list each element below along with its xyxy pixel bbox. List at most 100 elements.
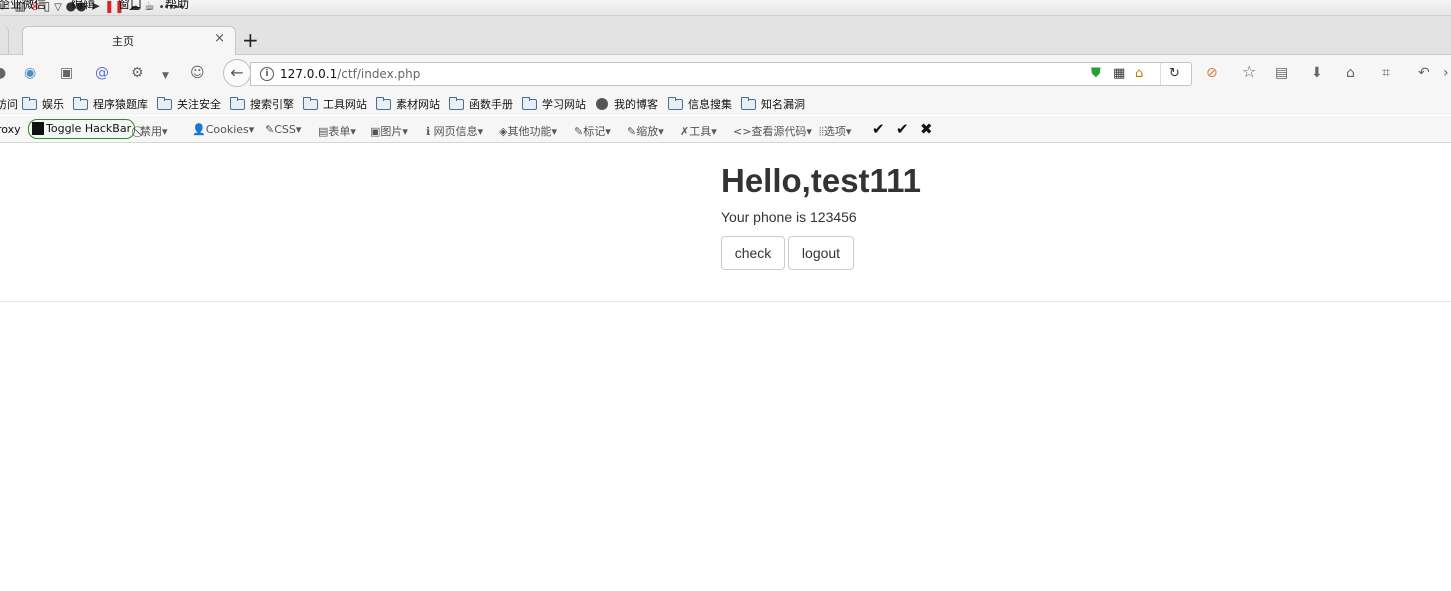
check-button[interactable]: check <box>721 236 785 270</box>
bookmark-folder[interactable]: 关注安全 <box>157 96 221 112</box>
overflow-icon[interactable]: › <box>1443 65 1449 81</box>
logout-button[interactable]: logout <box>788 236 854 270</box>
zoom-menu[interactable]: ✎缩放▾ <box>627 123 664 139</box>
url-separator <box>1160 63 1161 85</box>
globe-icon <box>596 98 608 110</box>
cup-icon[interactable]: ☕ <box>144 0 155 13</box>
folder-icon <box>157 96 172 110</box>
toggle-hackbar-label: Toggle HackBar <box>46 122 132 135</box>
bookmark-label: 素材网站 <box>396 98 440 111</box>
options-menu[interactable]: ⦙⦙选项▾ <box>819 123 851 139</box>
folder-icon <box>376 96 391 110</box>
bookmark-folder[interactable]: 程序猿题库 <box>73 96 148 112</box>
tab-strip: 主页 × + <box>0 16 1451 55</box>
bookmark-label: 我的博客 <box>614 98 658 111</box>
bookmark-folder[interactable]: 工具网站 <box>303 96 367 112</box>
mark-menu[interactable]: ✎标记▾ <box>574 123 611 139</box>
qr-code-icon[interactable]: ▦ <box>1113 66 1125 82</box>
bookmark-folder[interactable]: 学习网站 <box>522 96 586 112</box>
proxy-button[interactable]: roxy <box>0 123 21 136</box>
menu-app-name[interactable]: 企业微信 <box>0 0 46 11</box>
close-icon[interactable]: ✖ <box>920 120 933 138</box>
download-icon[interactable]: ⬇ <box>1311 65 1323 81</box>
blocked-site-icon[interactable]: ⊘ <box>1206 65 1218 81</box>
bookmark-label: 娱乐 <box>42 98 64 111</box>
shield-icon[interactable]: ⛊ <box>1091 66 1101 82</box>
bookmark-label: 知名漏洞 <box>761 98 805 111</box>
page-info-menu[interactable]: ℹ 网页信息▾ <box>426 123 483 139</box>
phone-text: Your phone is 123456 <box>721 209 857 225</box>
library-icon[interactable]: ▤ <box>1275 65 1288 81</box>
bookmark-folder[interactable]: 知名漏洞 <box>741 96 805 112</box>
other-features-menu[interactable]: ◈其他功能▾ <box>499 123 557 139</box>
bookmark-label: 工具网站 <box>323 98 367 111</box>
bookmark-item[interactable]: 访问 <box>0 96 18 112</box>
back-arrow-icon: ← <box>230 63 244 82</box>
crop-icon[interactable]: ⌗ <box>1382 65 1390 81</box>
tools-menu[interactable]: ✗工具▾ <box>680 123 717 139</box>
back-button[interactable]: ← <box>223 59 251 87</box>
url-host: 127.0.0.1 <box>280 67 338 81</box>
folder-icon <box>741 96 756 110</box>
close-icon[interactable]: × <box>214 31 225 46</box>
folder-icon <box>230 96 245 110</box>
tab-home[interactable]: 主页 × <box>22 26 236 55</box>
home-page-icon[interactable]: ⌂ <box>1135 66 1143 82</box>
extension-blue-icon[interactable]: ◉ <box>24 65 36 81</box>
menu-edit[interactable]: 编辑 <box>71 0 95 11</box>
hackbar-toolbar: roxy Toggle HackBar ⃠禁用▾ 👤Cookies▾ ✎CSS▾… <box>0 116 1451 143</box>
folder-icon <box>22 96 37 110</box>
cookies-menu[interactable]: 👤Cookies▾ <box>192 123 254 136</box>
bookmark-folder[interactable]: 搜索引擎 <box>230 96 294 112</box>
bookmark-label: 访问 <box>0 98 18 111</box>
site-info-icon[interactable]: i <box>260 67 274 81</box>
bookmark-label: 信息搜集 <box>688 98 732 111</box>
bookmark-folder[interactable]: 娱乐 <box>22 96 64 112</box>
css-menu[interactable]: ✎CSS▾ <box>265 123 301 136</box>
home-icon[interactable]: ⌂ <box>1346 65 1355 81</box>
folder-icon <box>668 96 683 110</box>
star-icon[interactable]: ☆ <box>1242 64 1256 80</box>
gear-icon[interactable]: ⚙ <box>131 65 144 81</box>
bookmark-label: 搜索引擎 <box>250 98 294 111</box>
forms-menu[interactable]: ▤表单▾ <box>318 123 356 139</box>
bookmark-folder[interactable]: 素材网站 <box>376 96 440 112</box>
menu-window[interactable]: 窗口 <box>118 0 142 11</box>
extension-icon[interactable]: ● <box>0 65 6 81</box>
bookmark-label: 关注安全 <box>177 98 221 111</box>
disable-menu[interactable]: ⃠禁用▾ <box>140 123 168 139</box>
bookmark-label: 函数手册 <box>469 98 513 111</box>
folder-icon <box>303 96 318 110</box>
reload-icon[interactable]: ↻ <box>1169 66 1180 82</box>
bookmark-folder[interactable]: 信息搜集 <box>668 96 732 112</box>
menu-help[interactable]: 帮助 <box>165 0 189 11</box>
navigation-toolbar: ● ◉ ▣ @ ⚙ ▼ ☺ ← i 127.0.0.1/ctf/index.ph… <box>0 55 1451 93</box>
bookmark-label: 程序猿题库 <box>93 98 148 111</box>
url-text[interactable]: 127.0.0.1/ctf/index.php <box>280 67 420 81</box>
reader-icon[interactable]: ▣ <box>60 65 73 81</box>
new-tab-button[interactable]: + <box>242 30 259 50</box>
bookmark-label: 学习网站 <box>542 98 586 111</box>
chevron-down-icon[interactable]: ▼ <box>162 68 169 84</box>
chevron-down-icon[interactable]: ▽ <box>54 2 62 13</box>
check-icon[interactable]: ✔ <box>896 120 909 138</box>
folder-icon <box>73 96 88 110</box>
palette-icon[interactable]: ☺ <box>190 65 205 81</box>
address-bar[interactable]: i 127.0.0.1/ctf/index.php ⛊ ▦ ⌂ ↻ <box>250 62 1192 86</box>
previous-tab-edge[interactable] <box>0 26 9 55</box>
page-title: Hello,test111 <box>721 162 921 199</box>
bookmark-item[interactable]: 我的博客 <box>596 96 658 112</box>
url-path: /ctf/index.php <box>337 67 421 81</box>
spiral-icon[interactable]: @ <box>95 65 109 81</box>
images-menu[interactable]: ▣图片▾ <box>370 123 408 139</box>
toggle-hackbar-button[interactable]: Toggle HackBar <box>28 119 136 139</box>
folder-icon <box>449 96 464 110</box>
mac-menu-bar: 企业微信 编辑 窗口 帮助 ⚐ ▥ ⊗ ▯ ▽ ●● ➤ ❚❚ ☁ ☕ ••••… <box>0 0 1451 16</box>
undo-icon[interactable]: ↶ <box>1418 65 1430 81</box>
page-content: Hello,test111 Your phone is 123456 check… <box>0 143 1451 302</box>
bookmark-folder[interactable]: 函数手册 <box>449 96 513 112</box>
folder-icon <box>522 96 537 110</box>
bookmarks-toolbar: 访问 娱乐 程序猿题库 关注安全 搜索引擎 工具网站 素材网站 函数手册 学习网… <box>0 93 1451 115</box>
view-source-menu[interactable]: <>查看源代码▾ <box>733 123 812 139</box>
check-icon[interactable]: ✔ <box>872 120 885 138</box>
